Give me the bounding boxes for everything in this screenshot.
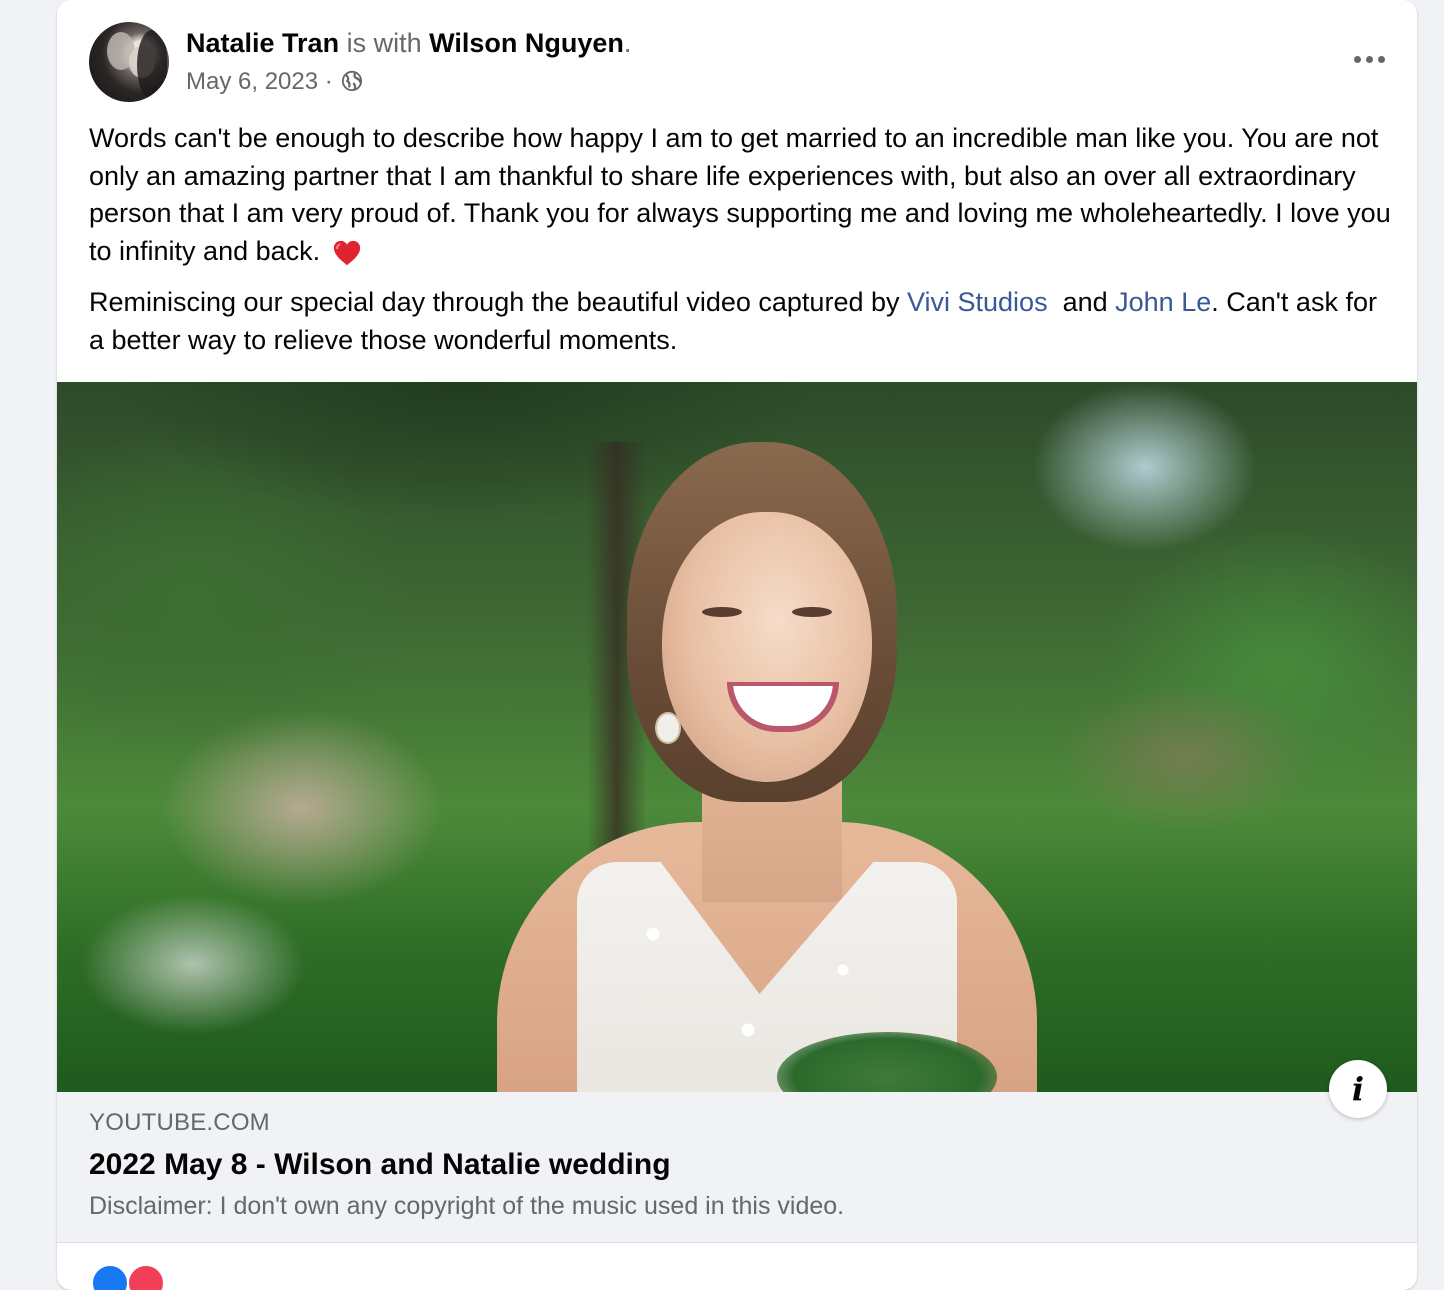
post-date[interactable]: May 6, 2023 <box>186 68 318 95</box>
author-line-period: . <box>623 28 632 58</box>
love-reaction-icon <box>127 1264 165 1290</box>
paragraph-text: Reminiscing our special day through the … <box>89 287 907 317</box>
author-name[interactable]: Natalie Tran <box>186 28 339 58</box>
preview-description: Disclaimer: I don't own any copyright of… <box>89 1192 845 1220</box>
post-header: Natalie Tran is with Wilson Nguyen. May … <box>89 22 1389 106</box>
bride-figure-part <box>792 607 832 617</box>
heart-icon <box>333 240 360 265</box>
author-avatar[interactable] <box>89 22 169 102</box>
tag-link-john-le[interactable]: John Le <box>1115 287 1211 317</box>
info-icon: i <box>1351 1070 1365 1108</box>
preview-title[interactable]: 2022 May 8 - Wilson and Natalie wedding <box>89 1146 671 1184</box>
meta-separator: · <box>324 68 333 95</box>
bride-figure <box>477 442 1037 1092</box>
post-paragraph: Reminiscing our special day through the … <box>89 284 1394 359</box>
bride-figure-part <box>662 512 872 782</box>
paragraph-text: and <box>1047 287 1116 317</box>
more-options-button[interactable] <box>1344 36 1394 82</box>
like-reaction-icon <box>91 1264 129 1290</box>
tag-link-vivi-studios[interactable]: Vivi Studios <box>907 287 1048 317</box>
author-line: Natalie Tran is with Wilson Nguyen. <box>186 26 631 60</box>
more-options-icon <box>1377 55 1385 63</box>
info-button[interactable]: i <box>1329 1060 1387 1118</box>
bride-figure-part <box>702 607 742 617</box>
with-text: is with <box>346 28 422 58</box>
post-card: Natalie Tran is with Wilson Nguyen. May … <box>57 0 1417 1290</box>
bride-figure-part <box>655 712 681 744</box>
more-options-icon <box>1365 55 1373 63</box>
video-thumbnail[interactable] <box>57 382 1417 1092</box>
paragraph-text: Words can't be enough to describe how ha… <box>89 123 1391 266</box>
post-paragraph: Words can't be enough to describe how ha… <box>89 120 1394 270</box>
link-preview[interactable]: YOUTUBE.COM 2022 May 8 - Wilson and Nata… <box>57 1092 1417 1243</box>
globe-icon[interactable] <box>341 70 363 92</box>
post-meta: May 6, 2023 · <box>186 66 363 98</box>
tagged-name[interactable]: Wilson Nguyen <box>429 28 624 58</box>
more-options-icon <box>1353 55 1361 63</box>
post-text: Words can't be enough to describe how ha… <box>89 120 1394 359</box>
avatar-photo-part <box>137 30 167 100</box>
thumbnail-background <box>1057 682 1317 832</box>
preview-domain: YOUTUBE.COM <box>89 1109 270 1136</box>
